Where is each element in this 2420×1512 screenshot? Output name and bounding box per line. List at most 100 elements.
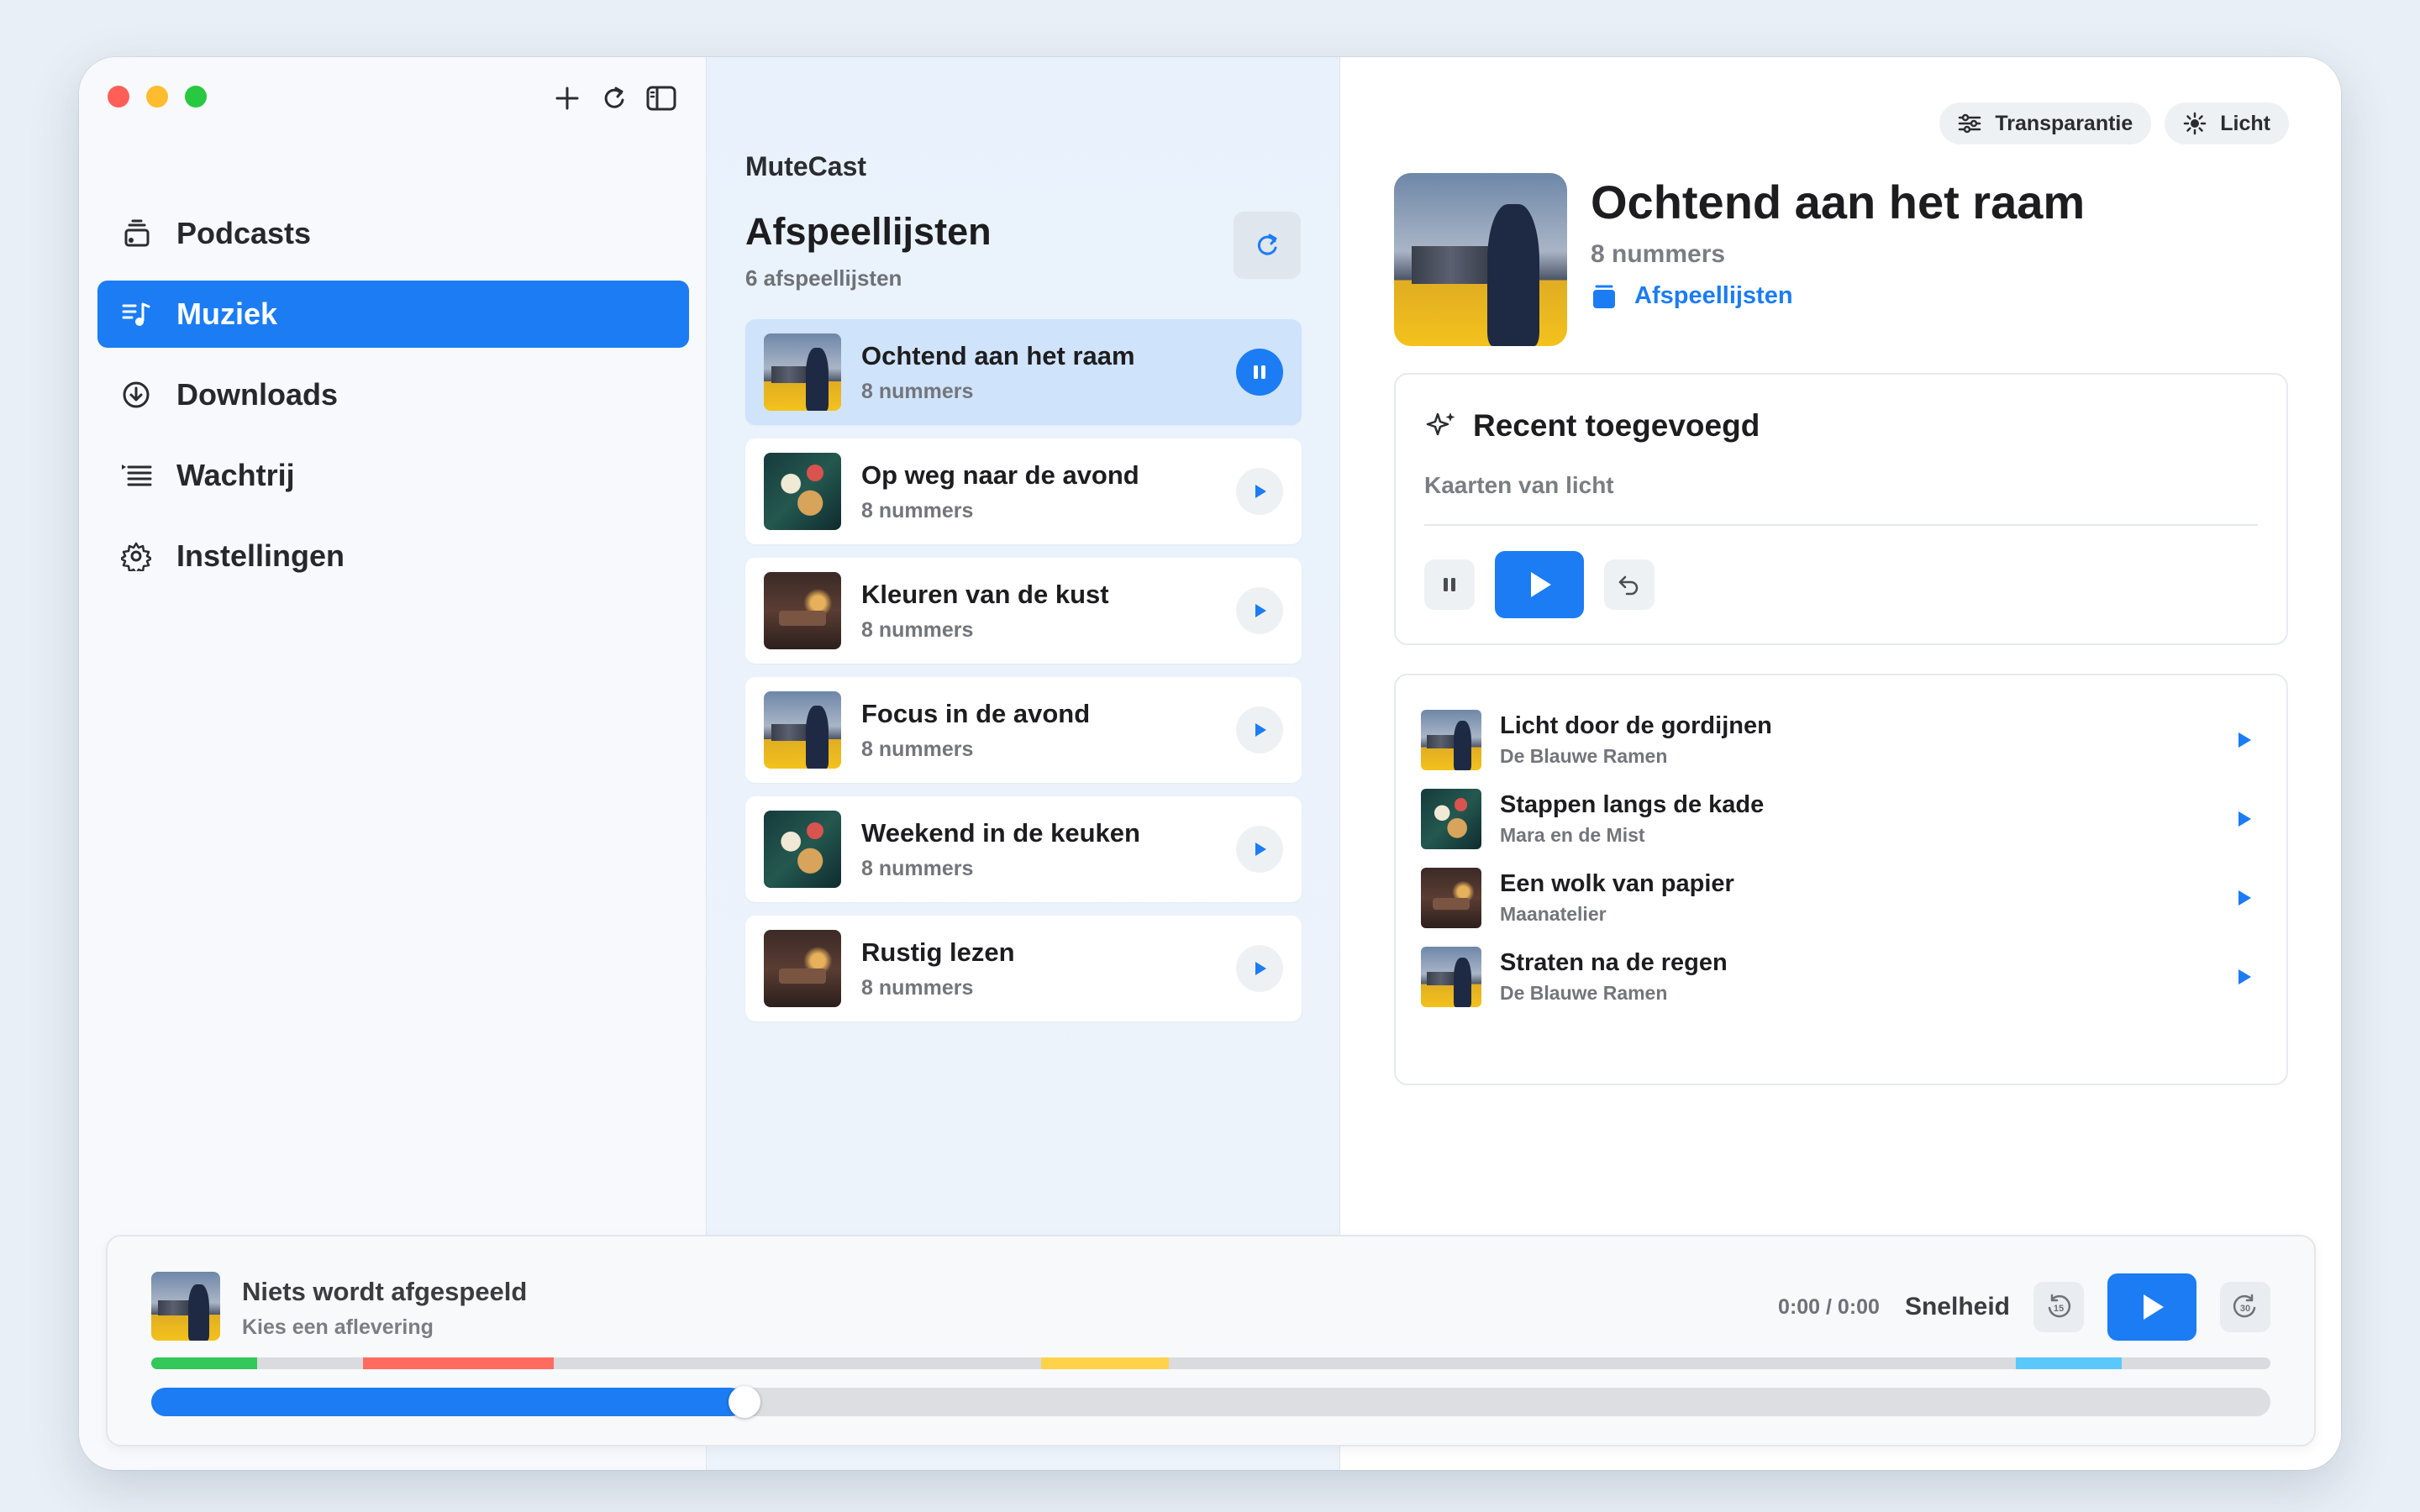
refresh-playlists-button[interactable] — [1234, 212, 1301, 279]
list-item[interactable]: Op weg naar de avond 8 nummers — [745, 438, 1302, 544]
now-playing-bar: Niets wordt afgespeeld Kies een afleveri… — [106, 1235, 2316, 1446]
skip-back-button[interactable]: 15 — [2033, 1282, 2084, 1332]
music-list-icon — [119, 297, 153, 331]
pause-button[interactable] — [1236, 349, 1283, 396]
app-window: Podcasts Muziek Downloads Wachtrij Inste… — [79, 57, 2341, 1470]
play-track-button[interactable] — [2228, 888, 2261, 908]
play-icon — [2238, 969, 2251, 984]
chapter-segment — [363, 1357, 555, 1369]
sidebar-toggle-icon — [646, 86, 676, 111]
skip-forward-label: 30 — [2240, 1304, 2250, 1314]
chapter-markers — [151, 1357, 2270, 1369]
close-window-button[interactable] — [108, 86, 129, 108]
stack-icon — [1591, 283, 1618, 310]
track-name: Straten na de regen — [1500, 949, 1728, 976]
refresh-icon — [604, 87, 624, 108]
table-row[interactable]: Een wolk van papier Maanatelier — [1421, 858, 2261, 937]
sidebar-item-wachtrij[interactable]: Wachtrij — [97, 442, 689, 509]
skip-forward-30-icon: 30 — [2233, 1294, 2256, 1318]
playlist-name: Kleuren van de kust — [861, 579, 1109, 609]
sidebar-item-instellingen[interactable]: Instellingen — [97, 522, 689, 590]
sidebar-item-muziek[interactable]: Muziek — [97, 281, 689, 348]
minimize-window-button[interactable] — [146, 86, 168, 108]
table-row[interactable]: Stappen langs de kade Mara en de Mist — [1421, 780, 2261, 858]
playlists-link-label: Afspeellijsten — [1634, 282, 1793, 309]
chapter-segment — [151, 1357, 258, 1369]
speed-button[interactable]: Snelheid — [1905, 1293, 2010, 1321]
table-row[interactable]: Straten na de regen De Blauwe Ramen — [1421, 937, 2261, 1016]
playlists-link[interactable]: Afspeellijsten — [1591, 282, 1793, 310]
transparency-label: Transparantie — [1995, 111, 2133, 135]
track-artist: Maanatelier — [1500, 903, 1607, 925]
playlist-track-count: 8 nummers — [861, 737, 974, 761]
recent-controls — [1424, 551, 1655, 618]
skip-back-15-icon: 15 — [2048, 1294, 2071, 1318]
play-button[interactable] — [1236, 468, 1283, 515]
pause-button[interactable] — [1424, 559, 1475, 610]
now-playing-title: Niets wordt afgespeeld — [242, 1277, 528, 1306]
sidebar-item-label: Wachtrij — [176, 458, 295, 492]
playlist-artwork — [764, 930, 841, 1007]
pause-icon — [1444, 578, 1455, 591]
zoom-window-button[interactable] — [185, 86, 207, 108]
progress-handle[interactable] — [729, 1386, 761, 1418]
playlist-artwork — [764, 333, 841, 411]
recent-track-name: Kaarten van licht — [1424, 472, 1614, 498]
play-icon — [1255, 604, 1266, 617]
list-item[interactable]: Focus in de avond 8 nummers — [745, 677, 1302, 783]
sidebar-nav: Podcasts Muziek Downloads Wachtrij Inste… — [97, 200, 689, 603]
list-item[interactable]: Kleuren van de kust 8 nummers — [745, 558, 1302, 664]
playlist-name: Op weg naar de avond — [861, 459, 1139, 490]
list-item[interactable]: Weekend in de keuken 8 nummers — [745, 796, 1302, 902]
play-button[interactable] — [1236, 706, 1283, 753]
playlist-track-count: 8 nummers — [861, 498, 974, 522]
playlist-name: Focus in de avond — [861, 698, 1091, 728]
table-row[interactable]: Licht door de gordijnen De Blauwe Ramen — [1421, 701, 2261, 780]
skip-forward-button[interactable]: 30 — [2220, 1282, 2270, 1332]
playlist-count: 6 afspeellijsten — [745, 265, 902, 291]
track-name: Stappen langs de kade — [1500, 791, 1765, 818]
main-play-button[interactable] — [2107, 1273, 2196, 1341]
add-button[interactable] — [551, 82, 583, 114]
play-button[interactable] — [1236, 587, 1283, 634]
playlist-title: Ochtend aan het raam — [1591, 176, 2086, 228]
sidebar-item-podcasts[interactable]: Podcasts — [97, 200, 689, 267]
toggle-sidebar-button[interactable] — [645, 82, 677, 114]
refresh-button[interactable] — [598, 82, 630, 114]
play-icon — [1255, 485, 1266, 498]
play-icon — [2238, 732, 2251, 748]
sidebar-item-downloads[interactable]: Downloads — [97, 361, 689, 428]
playlist-track-count: 8 nummers — [861, 379, 974, 403]
transparency-button[interactable]: Transparantie — [1939, 102, 2152, 144]
playlist-name: Rustig lezen — [861, 937, 1015, 967]
playlist-list: Ochtend aan het raam 8 nummers Op weg na… — [745, 319, 1302, 1035]
track-artwork — [1421, 789, 1481, 849]
track-artwork — [1421, 947, 1481, 1007]
play-button[interactable] — [1495, 551, 1584, 618]
progress-slider[interactable] — [151, 1386, 2270, 1418]
sidebar-item-label: Muziek — [176, 297, 278, 331]
queue-list-icon — [119, 459, 153, 492]
playlist-track-count: 8 nummers — [861, 617, 974, 642]
playlist-name: Ochtend aan het raam — [861, 340, 1135, 370]
appearance-controls: Transparantie Licht — [1939, 102, 2289, 144]
playlist-cover — [1394, 173, 1567, 346]
list-item[interactable]: Rustig lezen 8 nummers — [745, 916, 1302, 1021]
play-button[interactable] — [1236, 945, 1283, 992]
divider — [1424, 524, 2258, 526]
track-artist: Mara en de Mist — [1500, 824, 1645, 846]
play-icon — [1255, 962, 1266, 975]
play-icon — [1531, 572, 1551, 597]
play-track-button[interactable] — [2228, 967, 2261, 987]
play-icon — [2144, 1294, 2164, 1320]
list-item[interactable]: Ochtend aan het raam 8 nummers — [745, 319, 1302, 425]
pause-icon — [1254, 365, 1265, 379]
play-track-button[interactable] — [2228, 730, 2261, 750]
skip-back-label: 15 — [2054, 1304, 2064, 1314]
track-name: Een wolk van papier — [1500, 870, 1734, 897]
theme-button[interactable]: Licht — [2165, 102, 2289, 144]
sparkles-icon — [1424, 409, 1458, 443]
undo-button[interactable] — [1604, 559, 1655, 610]
play-track-button[interactable] — [2228, 809, 2261, 829]
play-button[interactable] — [1236, 826, 1283, 873]
